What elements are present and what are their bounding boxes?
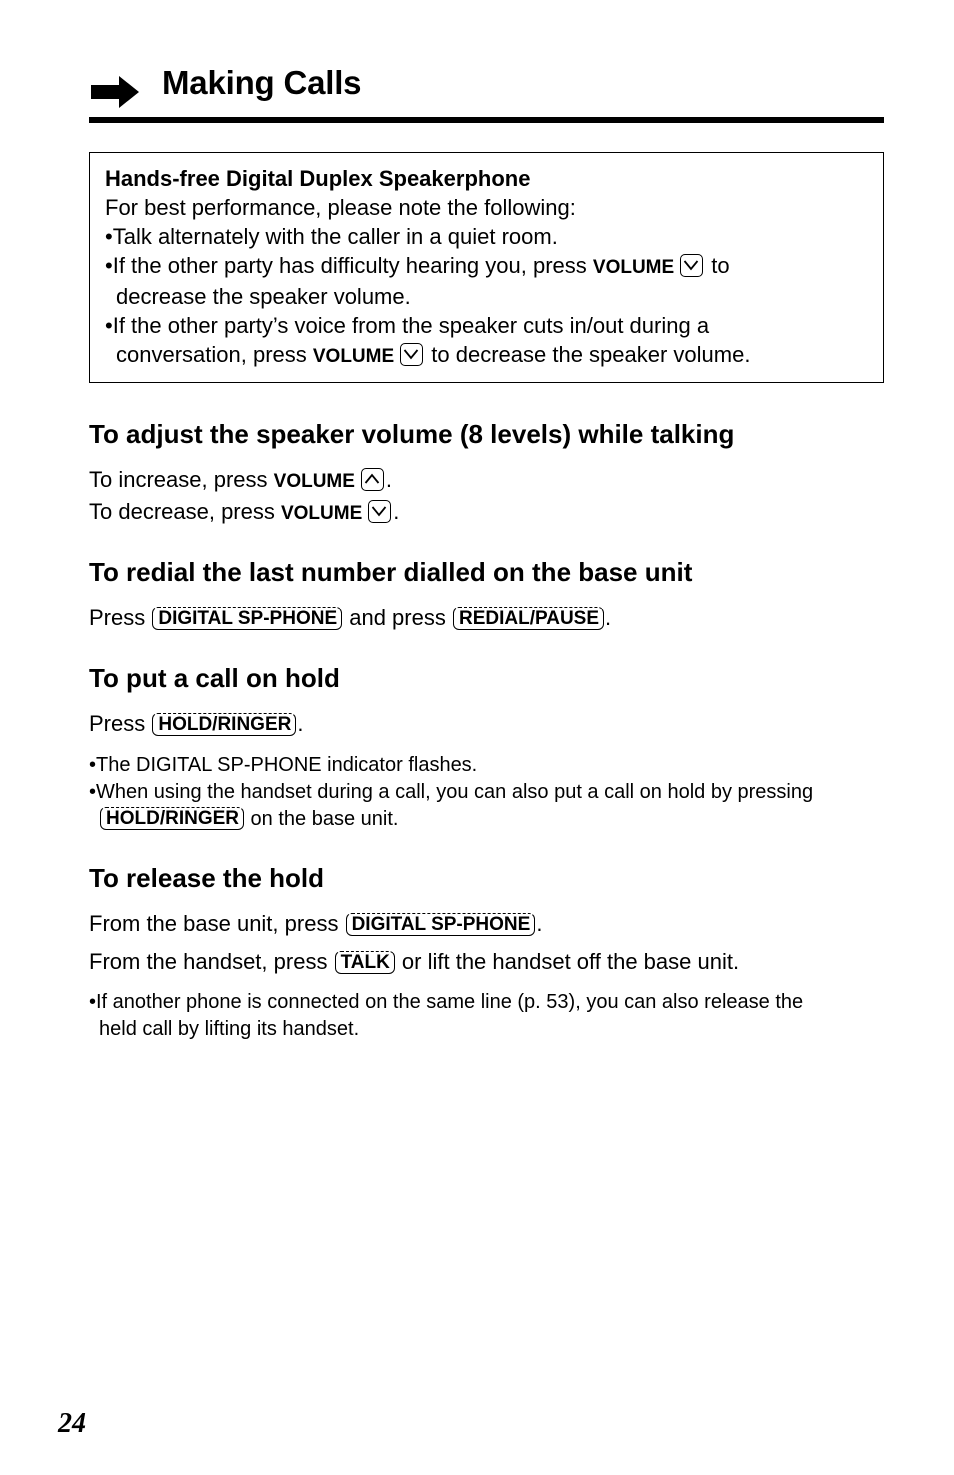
text: From the base unit, press [89,911,345,936]
page-title: Making Calls [162,64,362,101]
note-bullet: •The DIGITAL SP-PHONE indicator flashes. [89,754,478,776]
chevron-down-icon [403,349,419,360]
section-heading-redial: To redial the last number dialled on the… [89,557,693,587]
text: . [605,605,612,630]
text: conversation, press [116,342,313,367]
volume-label: VOLUME [312,346,395,367]
note-bullet: •If the other party has difficulty heari… [105,251,750,282]
text: on the base unit. [245,808,399,830]
text: and press [343,605,452,630]
hold-ringer-key: HOLD/RINGER [152,713,297,736]
volume-down-key [368,500,392,523]
text: Press [89,605,152,630]
note-bullet-cont: conversation, press VOLUME to decrease t… [105,340,750,371]
volume-increase-line: To increase, press VOLUME. [89,464,392,498]
note-bullet: •When using the handset during a call, y… [89,781,814,803]
text: To increase, press [89,467,274,492]
text: to [705,253,730,278]
volume-label: VOLUME [280,503,363,524]
hold-notes: •The DIGITAL SP-PHONE indicator flashes.… [89,752,813,833]
text: . [385,467,393,492]
talk-key: TALK [334,951,395,974]
note-bullet: •If the other party’s voice from the spe… [105,313,710,338]
note-bullet: •If another phone is connected on the sa… [89,991,804,1013]
text: To decrease, press [89,499,281,524]
note-title: Hands-free Digital Duplex Speakerphone [105,166,531,191]
arrow-right-icon [91,76,139,108]
hold-ringer-key: HOLD/RINGER [100,807,244,830]
digital-sp-phone-key: DIGITAL SP-PHONE [152,607,343,630]
note-bullet-cont: decrease the speaker volume. [116,284,411,309]
text: . [393,499,400,524]
note-intro: For best performance, please note the fo… [105,195,576,220]
release-base-line: From the base unit, press DIGITAL SP-PHO… [89,908,542,940]
note-bullet: •Talk alternately with the caller in a q… [105,224,558,249]
volume-decrease-line: To decrease, press VOLUME. [89,496,399,530]
text: or lift the handset off the base unit. [395,949,740,974]
redial-pause-key: REDIAL/PAUSE [452,607,605,630]
volume-down-key [680,254,704,277]
note-bullet-cont: HOLD/RINGER on the base unit. [89,806,813,833]
header-rule [89,117,884,123]
text: From the handset, press [89,949,334,974]
release-notes: •If another phone is connected on the sa… [89,989,803,1043]
redial-instruction: Press DIGITAL SP-PHONE and press REDIAL/… [89,602,611,634]
text: to decrease the speaker volume. [425,342,751,367]
page-header: Making Calls [89,62,884,124]
text: . [536,911,543,936]
chevron-down-icon [683,260,699,271]
speakerphone-note-box: Hands-free Digital Duplex Speakerphone F… [89,152,884,383]
release-handset-line: From the handset, press TALK or lift the… [89,946,739,978]
volume-up-key [360,468,384,491]
text: •If the other party has difficulty heari… [105,253,593,278]
section-heading-release: To release the hold [89,863,325,893]
volume-label: VOLUME [592,257,675,278]
section-heading-volume: To adjust the speaker volume (8 levels) … [89,419,735,449]
text: Press [89,711,152,736]
volume-down-key [400,343,424,366]
section-heading-hold: To put a call on hold [89,663,340,693]
text: . [297,711,304,736]
page-number: 24 [58,1408,86,1439]
hold-instruction: Press HOLD/RINGER. [89,708,303,740]
digital-sp-phone-key: DIGITAL SP-PHONE [345,913,536,936]
chevron-down-icon [372,506,387,517]
volume-label: VOLUME [273,471,355,492]
chevron-up-icon [364,473,380,484]
note-bullet-cont: held call by lifting its handset. [99,1018,360,1040]
